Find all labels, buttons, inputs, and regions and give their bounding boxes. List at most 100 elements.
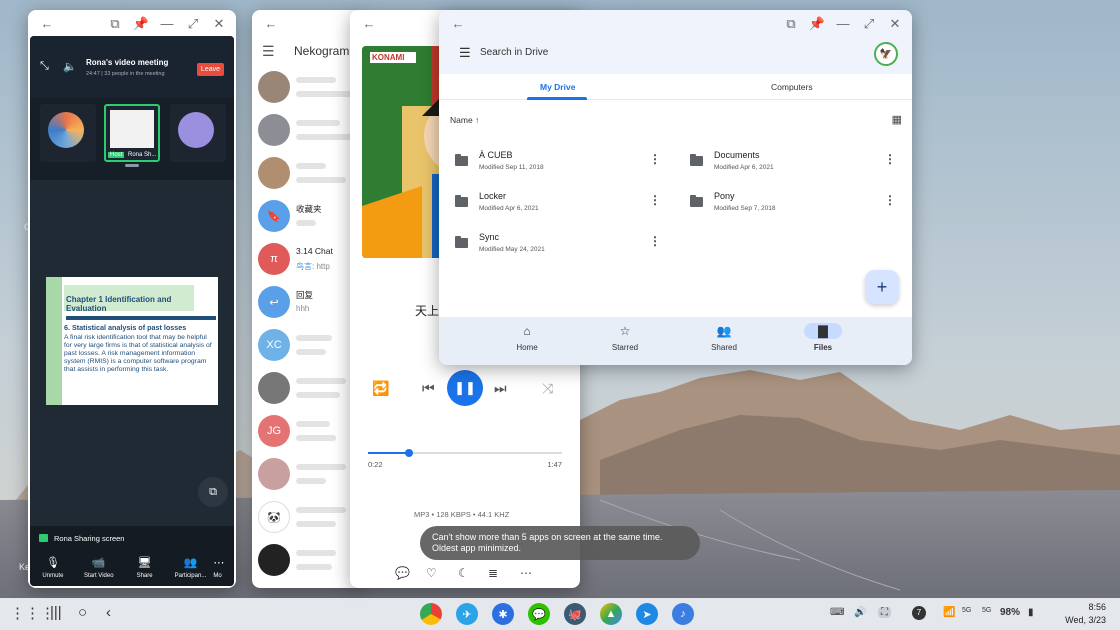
folder-item[interactable]: Locker Modified Apr 6, 2021 ⋮ xyxy=(439,187,669,223)
leave-button[interactable]: Leave xyxy=(196,63,224,76)
back-icon[interactable]: ← xyxy=(38,14,56,32)
account-avatar[interactable]: 🦅 xyxy=(874,42,898,66)
chat-item[interactable] xyxy=(252,110,362,152)
chat-item[interactable]: XC xyxy=(252,325,362,367)
menu-icon[interactable]: ☰ xyxy=(459,45,471,61)
chat-item[interactable] xyxy=(252,454,362,496)
slide-subheading: 6. Statistical analysis of past losses xyxy=(64,323,187,332)
back-icon[interactable]: ← xyxy=(360,14,378,32)
google-drive-icon[interactable]: ▲ xyxy=(600,603,622,625)
more-options-icon[interactable]: ⋮ xyxy=(649,152,661,166)
notification-badge[interactable]: 7 xyxy=(912,606,926,620)
nav-files[interactable]: ▇ Files xyxy=(788,323,858,352)
speaker-icon[interactable]: 🔈 xyxy=(63,60,77,73)
tab-my-drive[interactable]: My Drive xyxy=(540,82,575,92)
share-button[interactable]: 🖥 Share xyxy=(122,548,168,586)
new-file-button[interactable]: + xyxy=(865,270,899,304)
minimize-icon[interactable]: — xyxy=(158,14,176,32)
start-video-button[interactable]: 📹 Start Video xyxy=(76,548,122,586)
sort-button[interactable]: Name ↑ xyxy=(450,115,479,125)
folder-item[interactable]: Sync Modified May 24, 2021 ⋮ xyxy=(439,228,669,264)
chat-item[interactable] xyxy=(252,67,362,109)
chat-item[interactable] xyxy=(252,153,362,195)
chat-item[interactable]: π 3.14 Chat 鸟言: http xyxy=(252,239,362,281)
back-icon[interactable]: ← xyxy=(262,14,280,32)
window-titlebar[interactable]: ← ⧉ 📌 — ⤢ ✕ xyxy=(28,10,236,36)
repeat-icon[interactable]: 🔁 xyxy=(372,380,389,397)
meeting-header: ⤡ 🔈 Rona's video meeting 24:47 | 33 peop… xyxy=(30,36,234,98)
maximize-icon[interactable]: ⤢ xyxy=(184,14,202,32)
previous-icon[interactable]: ⏮ xyxy=(422,380,435,397)
chat-item[interactable]: JG xyxy=(252,411,362,453)
sleep-timer-icon[interactable]: ☾ xyxy=(458,566,469,580)
unmute-button[interactable]: 🎙 Unmute xyxy=(30,548,76,586)
window-titlebar[interactable]: ← xyxy=(252,10,362,36)
telegram-icon[interactable]: ✈ xyxy=(456,603,478,625)
next-icon[interactable]: ⏭ xyxy=(494,380,507,397)
chat-item[interactable]: ↩ 回复 hhh xyxy=(252,282,362,324)
folder-item[interactable]: Documents Modified Apr 6, 2021 ⋮ xyxy=(674,146,904,182)
app-header: ☰ Nekogram xyxy=(252,36,362,66)
music-icon[interactable]: ♪ xyxy=(672,603,694,625)
keyboard-icon[interactable]: ⌨ xyxy=(830,607,844,618)
participant-tile[interactable] xyxy=(40,104,96,162)
pin-icon[interactable]: 📌 xyxy=(808,14,826,32)
favorite-icon[interactable]: ♡ xyxy=(426,566,437,580)
more-options-icon[interactable]: ⋮ xyxy=(649,193,661,207)
more-options-icon[interactable]: ⋮ xyxy=(884,193,896,207)
more-icon[interactable]: ⋯ xyxy=(520,566,532,580)
home-button-icon[interactable]: ○ xyxy=(78,604,87,621)
back-nav-icon[interactable]: ‹ xyxy=(106,604,111,621)
menu-icon[interactable]: ☰ xyxy=(262,43,275,60)
chat-item[interactable] xyxy=(252,540,362,582)
search-bar[interactable]: ☰ Search in Drive 🦅 xyxy=(439,36,912,74)
pin-icon[interactable]: 📌 xyxy=(132,14,150,32)
more-options-icon[interactable]: ⋮ xyxy=(649,234,661,248)
seek-handle[interactable] xyxy=(404,449,413,457)
nav-starred[interactable]: ☆ Starred xyxy=(590,323,660,352)
github-icon[interactable]: 🐙 xyxy=(564,603,586,625)
app-icon[interactable]: ✱ xyxy=(492,603,514,625)
chat-item[interactable] xyxy=(252,368,362,410)
clock[interactable]: 8:56 Wed, 3/23 xyxy=(1065,601,1106,627)
close-icon[interactable]: ✕ xyxy=(886,14,904,32)
minimize-icon[interactable]: — xyxy=(834,14,852,32)
grid-view-icon[interactable]: ▦ xyxy=(892,113,902,126)
window-titlebar[interactable]: ← ⧉ 📌 — ⤢ ✕ xyxy=(439,10,912,36)
participant-tile-host[interactable]: Host Rona Sh... xyxy=(104,104,160,162)
search-input[interactable]: Search in Drive xyxy=(480,47,548,58)
folder-item[interactable]: À CUEB Modified Sep 11, 2018 ⋮ xyxy=(439,146,669,182)
messaging-icon[interactable]: ➤ xyxy=(636,603,658,625)
participants-button[interactable]: 👥 Participan... xyxy=(168,548,214,586)
chrome-icon[interactable] xyxy=(420,603,442,625)
folder-item[interactable]: Pony Modified Sep 7, 2018 ⋮ xyxy=(674,187,904,223)
participant-tile[interactable] xyxy=(170,104,226,162)
apps-grid-icon[interactable]: ⋮⋮⋮ xyxy=(10,604,55,622)
maximize-icon[interactable]: ⤢ xyxy=(860,14,878,32)
screenshot-icon[interactable]: ⛶ xyxy=(878,607,891,618)
nav-home[interactable]: ⌂ Home xyxy=(492,323,562,352)
chat-item-saved[interactable]: 🔖 收藏夹 xyxy=(252,196,362,238)
split-view-icon[interactable]: ⧉ xyxy=(106,14,124,32)
expand-handle[interactable] xyxy=(125,164,139,167)
back-icon[interactable]: ← xyxy=(449,14,467,32)
volume-icon[interactable]: 🔊 xyxy=(854,607,866,618)
tab-computers[interactable]: Computers xyxy=(771,82,813,92)
split-view-icon[interactable]: ⧉ xyxy=(782,14,800,32)
lyrics-icon[interactable]: 💬 xyxy=(395,566,410,580)
wechat-icon[interactable]: 💬 xyxy=(528,603,550,625)
nav-shared[interactable]: 👥 Shared xyxy=(689,323,759,352)
avatar xyxy=(178,112,214,148)
shrink-icon[interactable]: ⤡ xyxy=(40,60,49,73)
more-options-icon[interactable]: ⋮ xyxy=(884,152,896,166)
more-button[interactable]: ⋯ Mo xyxy=(213,548,234,586)
seek-bar[interactable] xyxy=(368,449,562,457)
queue-icon[interactable]: ≣ xyxy=(488,566,498,580)
close-icon[interactable]: ✕ xyxy=(210,14,228,32)
recent-apps-icon[interactable]: ||| xyxy=(50,604,62,621)
pause-button[interactable]: ❚❚ xyxy=(447,370,483,406)
chat-item[interactable]: 🐼 xyxy=(252,497,362,539)
meeting-title[interactable]: Rona's video meeting xyxy=(86,58,168,67)
switch-view-button[interactable]: ⧉ xyxy=(198,477,228,507)
shuffle-icon[interactable]: ⤨ xyxy=(542,380,553,397)
